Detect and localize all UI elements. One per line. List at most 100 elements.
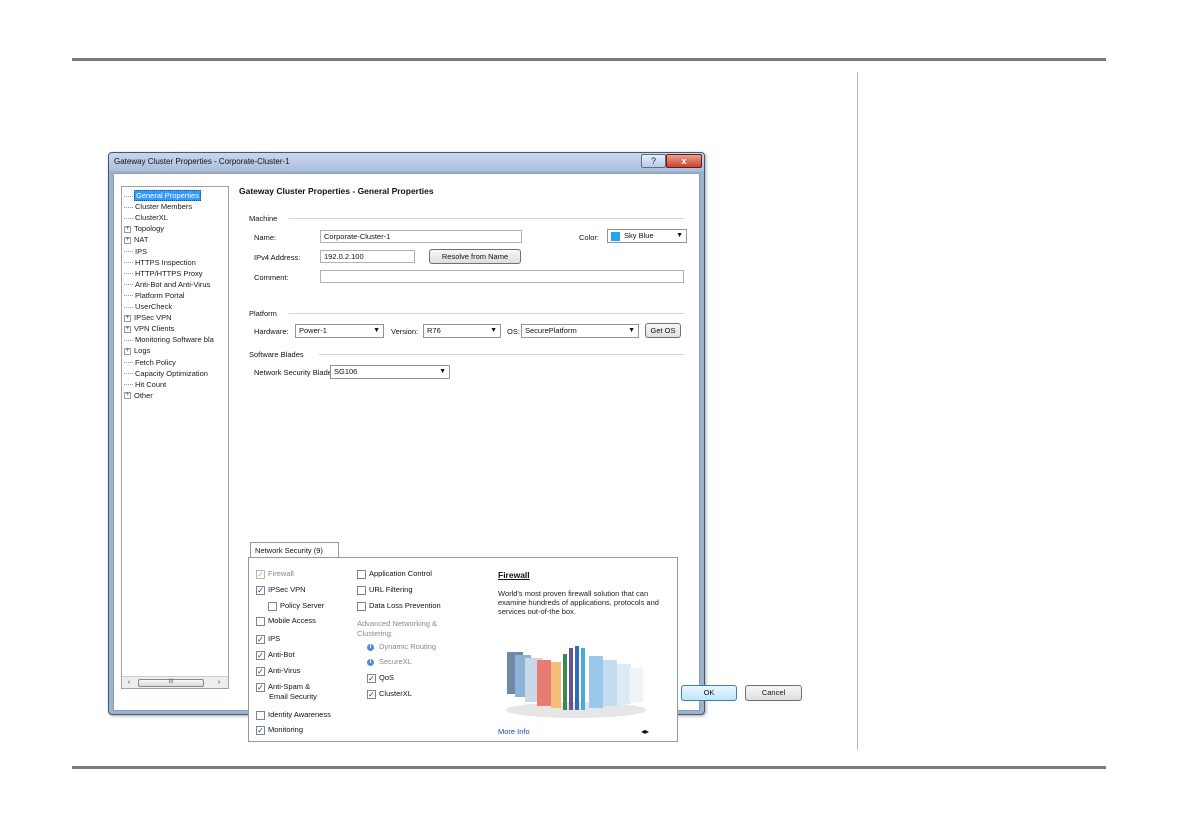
tree-item-fetch-policy[interactable]: Fetch Policy	[124, 358, 177, 369]
title-bar[interactable]: Gateway Cluster Properties - Corporate-C…	[109, 153, 704, 171]
tree-item-label: Topology	[134, 224, 165, 234]
scroll-left-icon[interactable]: ‹	[124, 678, 134, 687]
blade-info-title: Firewall	[498, 570, 530, 580]
checkbox-data-loss-prevention[interactable]: Data Loss Prevention	[357, 601, 441, 612]
ipv4-input[interactable]: 192.0.2.100	[320, 250, 415, 263]
chevron-down-icon: ▼	[439, 368, 446, 375]
checkbox-application-control[interactable]: Application Control	[357, 569, 432, 580]
scroll-thumb[interactable]: III	[138, 679, 204, 687]
more-info-link[interactable]: More Info	[498, 727, 530, 736]
tree-item-monitoring-software-bla[interactable]: Monitoring Software bla	[124, 335, 215, 346]
checkbox-policy-server[interactable]: Policy Server	[268, 601, 324, 612]
checkbox-anti-bot[interactable]: ✓ Anti-Bot	[256, 650, 295, 661]
checkbox-box	[268, 601, 277, 611]
checkbox-firewall: ✓ Firewall	[256, 569, 294, 580]
tree-item-nat[interactable]: + NAT	[124, 235, 149, 246]
tree-item-hit-count[interactable]: Hit Count	[124, 380, 167, 391]
tree-item-capacity-optimization[interactable]: Capacity Optimization	[124, 369, 209, 380]
tree-item-cluster-members[interactable]: Cluster Members	[124, 202, 193, 213]
checkbox-label: QoS	[379, 673, 395, 682]
color-label: Color:	[579, 233, 600, 242]
checkbox-ipsec-vpn[interactable]: ✓ IPSec VPN	[256, 585, 306, 596]
name-input[interactable]: Corporate-Cluster-1	[320, 230, 522, 243]
expand-icon[interactable]: +	[124, 225, 131, 233]
expand-icon[interactable]: +	[124, 347, 131, 355]
tree-connector	[124, 384, 133, 386]
tree-item-clusterxl[interactable]: ClusterXL	[124, 213, 169, 224]
checkbox-label: Data Loss Prevention	[369, 601, 441, 610]
tree-item-other[interactable]: + Other	[124, 391, 154, 402]
blade-nav-icon[interactable]: ◂▸	[641, 727, 649, 736]
cancel-button[interactable]: Cancel	[745, 685, 802, 701]
expand-icon[interactable]: +	[124, 236, 131, 244]
scroll-right-icon[interactable]: ›	[214, 678, 224, 687]
nsb-select[interactable]: SG106 ▼	[330, 365, 450, 379]
tree-item-general-properties[interactable]: General Properties	[124, 190, 201, 202]
network-security-tab-panel: ✓ Firewall ✓ IPSec VPN Policy Server Mobile A…	[248, 557, 678, 742]
tree-connector	[124, 217, 133, 219]
tree-item-vpn-clients[interactable]: + VPN Clients	[124, 324, 175, 335]
expand-icon[interactable]: +	[124, 325, 131, 333]
ok-button[interactable]: OK	[681, 685, 737, 701]
checkbox-ips[interactable]: ✓ IPS	[256, 634, 280, 645]
tree-item-ipsec-vpn[interactable]: + IPSec VPN	[124, 313, 173, 324]
info-item-securexl: i SecureXL	[367, 657, 412, 668]
comment-input[interactable]	[320, 270, 684, 283]
checkbox-clusterxl[interactable]: ✓ ClusterXL	[367, 689, 412, 700]
tree-item-http-https-proxy[interactable]: HTTP/HTTPS Proxy	[124, 269, 204, 280]
checkbox-label: IPSec VPN	[268, 585, 306, 594]
tree-item-ips[interactable]: IPS	[124, 247, 148, 258]
tree-item-label: NAT	[134, 235, 149, 245]
resolve-from-name-button[interactable]: Resolve from Name	[429, 249, 521, 264]
tree-connector	[124, 251, 133, 253]
checkbox-label: Mobile Access	[268, 616, 316, 625]
checkmark-icon: ✓	[256, 666, 265, 676]
firewall-illustration	[506, 646, 646, 718]
tree-item-platform-portal[interactable]: Platform Portal	[124, 291, 186, 302]
checkbox-qos[interactable]: ✓ QoS	[367, 673, 394, 684]
tree-item-label: Hit Count	[135, 379, 167, 389]
get-os-button[interactable]: Get OS	[645, 323, 681, 338]
tree-item-usercheck[interactable]: UserCheck	[124, 302, 173, 313]
color-select[interactable]: Sky Blue ▼	[607, 229, 687, 243]
help-button[interactable]: ?	[641, 154, 666, 168]
tree-item-logs[interactable]: + Logs	[124, 346, 151, 357]
checkbox-box	[357, 585, 366, 595]
version-select[interactable]: R76 ▼	[423, 324, 501, 338]
checkbox-identity-awareness[interactable]: Identity Awareness	[256, 710, 331, 721]
chevron-down-icon: ▼	[490, 327, 497, 334]
expand-icon[interactable]: +	[124, 314, 131, 322]
info-item-dynamic-routing: i Dynamic Routing	[367, 642, 436, 653]
checkbox-url-filtering[interactable]: URL Filtering	[357, 585, 412, 596]
tree-item-label: Other	[134, 390, 153, 400]
tree-connector	[124, 195, 133, 197]
checkbox-mobile-access[interactable]: Mobile Access	[256, 616, 316, 627]
tree-item-label: General Properties	[134, 190, 201, 201]
tree-horizontal-scrollbar[interactable]: ‹ III ›	[122, 676, 228, 688]
checkmark-icon: ✓	[256, 650, 265, 660]
checkmark-icon: ✓	[367, 673, 376, 683]
tree-item-topology[interactable]: + Topology	[124, 224, 165, 235]
dialog-client-area: General Properties Cluster Members Cluster…	[113, 173, 802, 742]
checkbox-label: Firewall	[268, 569, 294, 578]
tree-item-anti-bot-and-anti-virus[interactable]: Anti-Bot and Anti-Virus	[124, 280, 211, 291]
checkbox-label: Monitoring	[268, 725, 304, 734]
tab-network-security[interactable]: Network Security (9)	[250, 542, 339, 558]
tree-connector	[124, 306, 133, 308]
tree-item-label: HTTPS Inspection	[135, 257, 196, 267]
hardware-select[interactable]: Power-1 ▼	[295, 324, 384, 338]
checkbox-anti-virus[interactable]: ✓ Anti-Virus	[256, 666, 300, 677]
properties-dialog: Gateway Cluster Properties - Corporate-C…	[108, 152, 802, 742]
version-value: R76	[427, 326, 441, 335]
advanced-networking-label: Advanced Networking &	[357, 619, 438, 628]
platform-group-label: Platform	[249, 309, 283, 318]
os-value: SecurePlatform	[525, 326, 577, 335]
tree-item-https-inspection[interactable]: HTTPS Inspection	[124, 258, 197, 269]
checkbox-label: Anti-Bot	[268, 650, 295, 659]
checkbox-monitoring[interactable]: ✓ Monitoring	[256, 725, 303, 736]
tree-item-label: Anti-Bot and Anti-Virus	[135, 279, 211, 289]
expand-icon[interactable]: +	[124, 392, 131, 400]
os-select[interactable]: SecurePlatform ▼	[521, 324, 639, 338]
close-button[interactable]: x	[666, 154, 702, 168]
blades-group-label: Software Blades	[249, 350, 310, 359]
